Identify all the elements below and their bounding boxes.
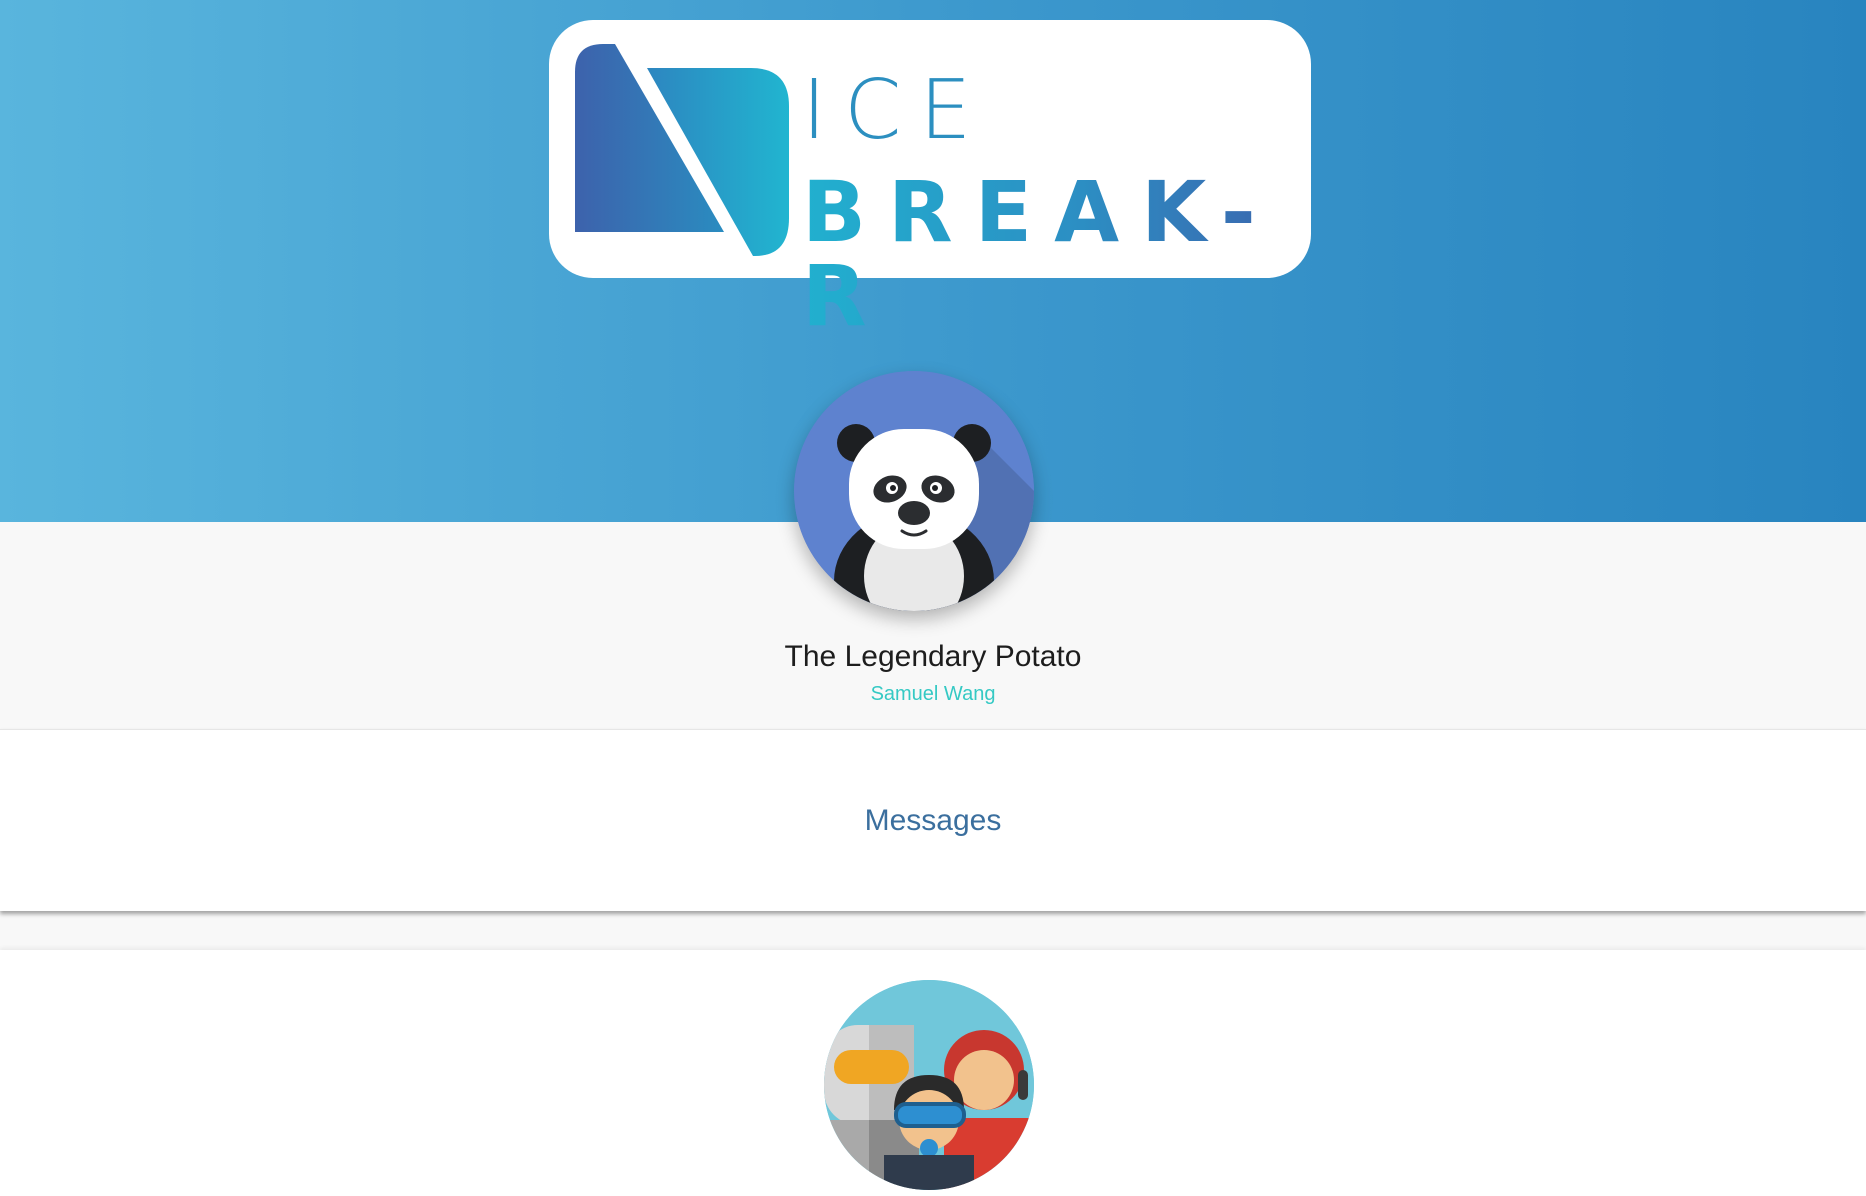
messages-strip: Messages (0, 729, 1866, 911)
messages-button[interactable]: Messages (0, 730, 1866, 911)
panda-avatar[interactable] (794, 371, 1034, 611)
panda-icon (794, 371, 1034, 611)
logo-text-breakr: BREAK-R (802, 170, 1311, 338)
logo-text-ice: ICE (802, 63, 990, 158)
profile-display-name: The Legendary Potato (784, 640, 1082, 673)
group-people-avatar[interactable] (824, 980, 1034, 1190)
profile-page: ICE BREAK-R The Legendary Potato Samuel … (0, 0, 1866, 1196)
group-people-icon (824, 980, 1034, 1190)
app-logo: ICE BREAK-R (549, 20, 1311, 338)
profile-real-name: Samuel Wang (870, 683, 996, 705)
logo-mark-icon (575, 44, 789, 256)
